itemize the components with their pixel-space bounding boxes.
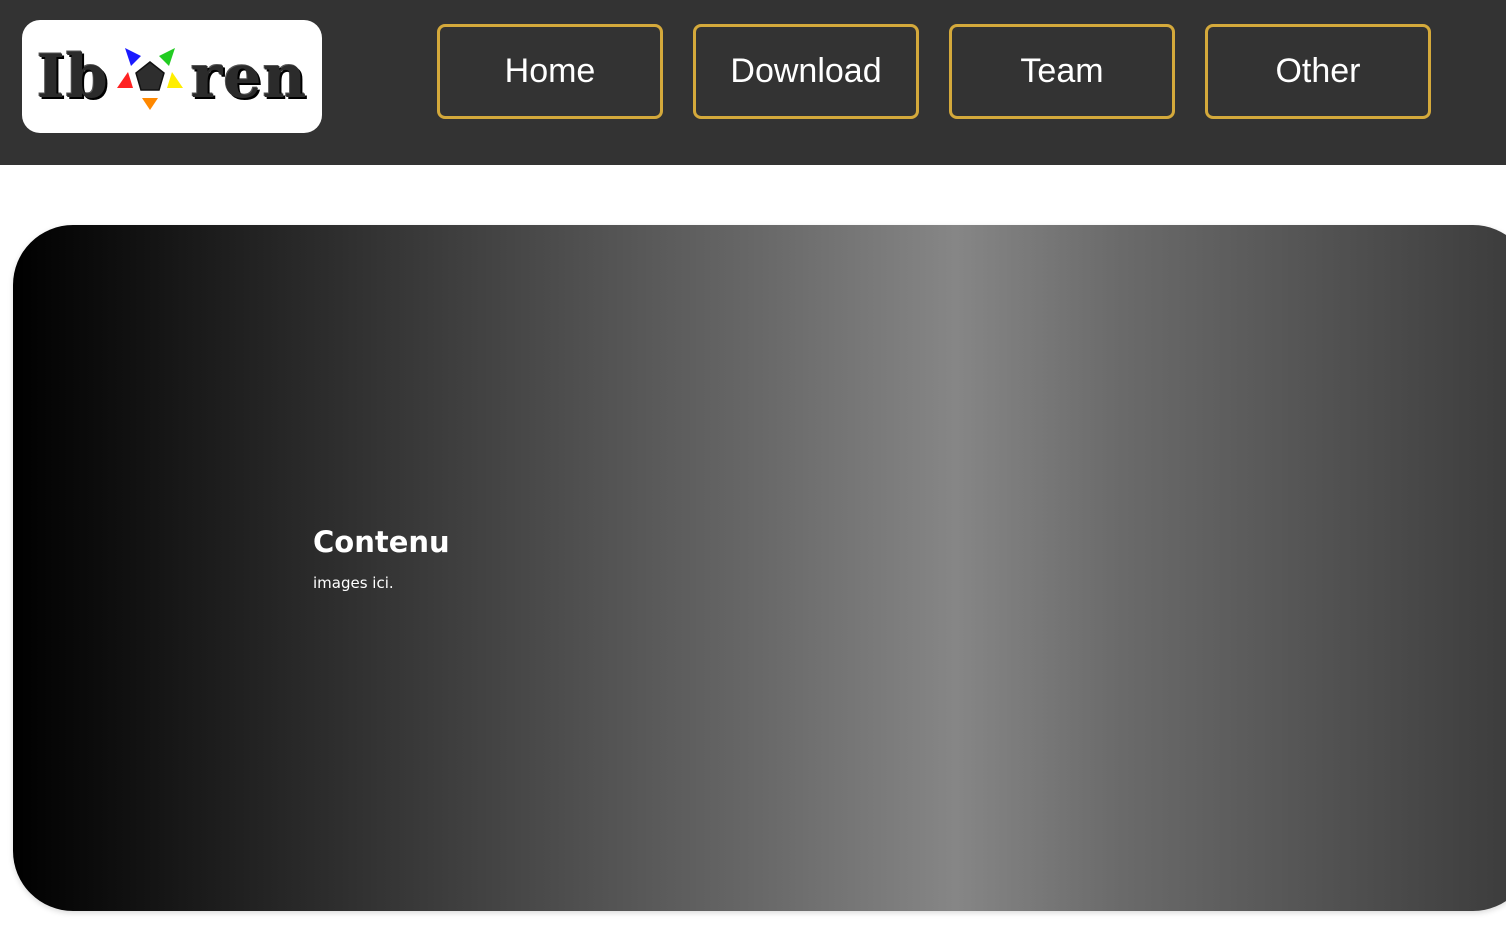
content-banner <box>13 225 1506 911</box>
logo-wordmark: Ib ren <box>37 44 307 110</box>
logo-text-right: ren <box>190 41 308 112</box>
content-title: Contenu <box>313 525 450 559</box>
nav-team-button[interactable]: Team <box>949 24 1175 119</box>
logo[interactable]: Ib ren <box>22 20 322 133</box>
nav-other-button[interactable]: Other <box>1205 24 1431 119</box>
main-nav: Home Download Team Other <box>437 24 1431 119</box>
content-text: images ici. <box>313 574 394 592</box>
pentagon-star-logo-icon <box>116 47 183 110</box>
logo-text-left: Ib <box>36 41 109 112</box>
nav-home-button[interactable]: Home <box>437 24 663 119</box>
nav-download-button[interactable]: Download <box>693 24 919 119</box>
site-header: Ib ren Home Download Team Other <box>0 0 1506 165</box>
